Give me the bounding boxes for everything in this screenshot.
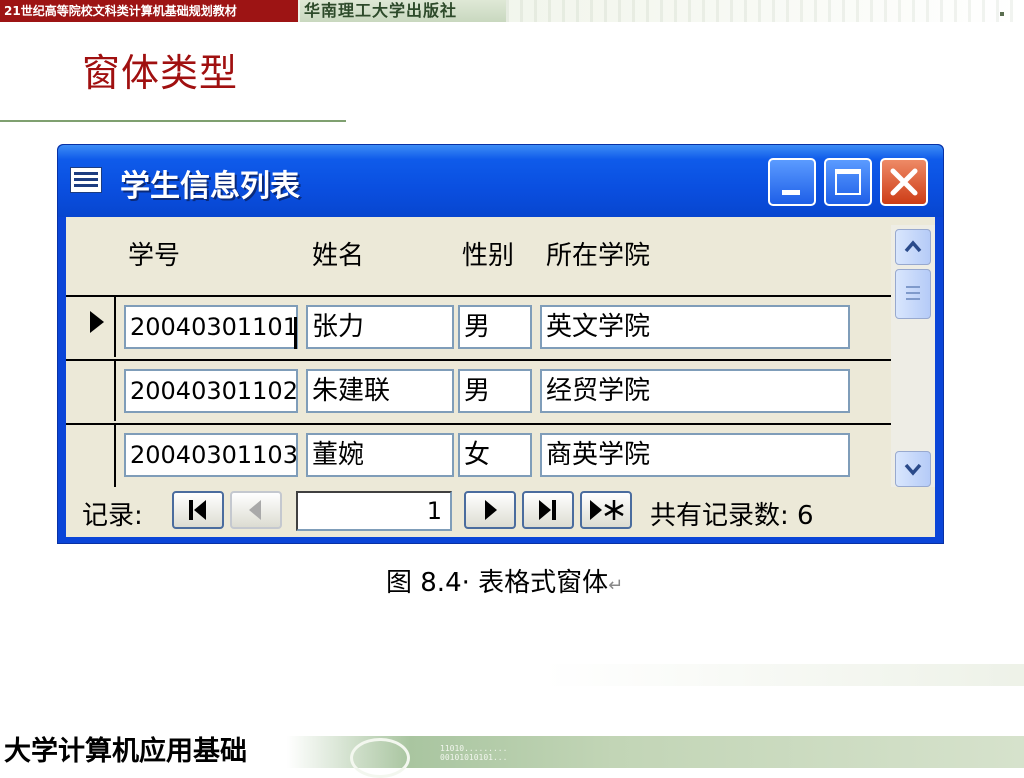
college-field[interactable]: 英文学院 xyxy=(540,305,850,349)
name-field[interactable]: 董婉 xyxy=(306,433,454,477)
college-field[interactable]: 商英学院 xyxy=(540,433,850,477)
publisher-label: 华南理工大学出版社 xyxy=(300,0,506,22)
prev-record-button[interactable] xyxy=(230,491,282,529)
student-id-field[interactable]: 20040301101 xyxy=(124,305,298,349)
record-number-input[interactable]: 1 xyxy=(296,491,452,531)
last-record-button[interactable] xyxy=(522,491,574,529)
form-icon[interactable] xyxy=(70,167,102,193)
top-banner: 21世纪高等院校文科类计算机基础规划教材 华南理工大学出版社 xyxy=(0,0,1024,22)
scroll-up-button[interactable] xyxy=(895,229,931,265)
student-id-field[interactable]: 20040301102 xyxy=(124,369,298,413)
binary-text: 11010......... xyxy=(440,744,508,753)
header-gender: 性别 xyxy=(462,241,515,271)
chevron-down-icon xyxy=(904,463,922,476)
form-window: 学生信息列表 学号 姓名 性别 所在学院 20040301101 张力 男 英文… xyxy=(57,144,944,544)
close-button[interactable] xyxy=(880,158,928,206)
record-selector[interactable] xyxy=(66,425,116,487)
scroll-down-button[interactable] xyxy=(895,451,931,487)
row-separator xyxy=(66,295,891,297)
figure-caption: 图 8.4· 表格式窗体↵ xyxy=(386,562,623,599)
series-label: 21世纪高等院校文科类计算机基础规划教材 xyxy=(0,0,298,22)
close-icon xyxy=(890,168,918,196)
row-separator xyxy=(66,359,891,361)
banner-dot xyxy=(1000,12,1004,16)
book-title: 大学计算机应用基础 xyxy=(4,736,247,767)
minimize-icon xyxy=(782,190,800,195)
record-nav-label: 记录: xyxy=(82,501,143,531)
title-underline xyxy=(0,120,346,122)
first-record-button[interactable] xyxy=(172,491,224,529)
caption-text: 图 8.4· 表格式窗体 xyxy=(386,568,609,598)
next-record-button[interactable] xyxy=(464,491,516,529)
header-name: 姓名 xyxy=(312,241,365,271)
chevron-up-icon xyxy=(904,240,922,253)
maximize-icon xyxy=(835,169,861,195)
maximize-button[interactable] xyxy=(824,158,872,206)
globe-icon xyxy=(350,738,410,778)
college-field[interactable]: 经贸学院 xyxy=(540,369,850,413)
header-student-id: 学号 xyxy=(128,241,181,271)
record-count-label: 共有记录数: 6 xyxy=(650,501,814,531)
name-field[interactable]: 张力 xyxy=(306,305,454,349)
current-record-icon xyxy=(90,311,104,333)
record-selector[interactable] xyxy=(66,361,116,421)
next-record-icon xyxy=(485,500,497,520)
vertical-scrollbar[interactable] xyxy=(891,225,935,487)
window-title: 学生信息列表 xyxy=(120,169,300,204)
new-record-icon xyxy=(590,500,624,520)
first-record-icon xyxy=(189,500,206,520)
name-field[interactable]: 朱建联 xyxy=(306,369,454,413)
text-caret xyxy=(294,317,297,349)
student-id-field[interactable]: 20040301103 xyxy=(124,433,298,477)
record-selector[interactable] xyxy=(66,297,116,357)
binary-decoration: 11010......... 00101010101... xyxy=(440,744,507,762)
decorative-band xyxy=(544,664,1024,686)
last-record-icon xyxy=(539,500,556,520)
form-client-area: 学号 姓名 性别 所在学院 20040301101 张力 男 英文学院 2004… xyxy=(66,217,935,537)
new-record-button[interactable] xyxy=(580,491,632,529)
scroll-thumb[interactable] xyxy=(895,269,931,319)
gender-field[interactable]: 男 xyxy=(458,369,532,413)
gender-field[interactable]: 女 xyxy=(458,433,532,477)
binary-text: 00101010101... xyxy=(440,753,508,762)
paragraph-mark: ↵ xyxy=(608,575,624,596)
window-titlebar[interactable]: 学生信息列表 xyxy=(58,145,943,217)
banner-decoration xyxy=(506,0,1024,22)
header-college: 所在学院 xyxy=(546,241,651,271)
row-separator xyxy=(66,423,891,425)
gender-field[interactable]: 男 xyxy=(458,305,532,349)
page-title: 窗体类型 xyxy=(82,51,239,95)
prev-record-icon xyxy=(249,500,261,520)
minimize-button[interactable] xyxy=(768,158,816,206)
